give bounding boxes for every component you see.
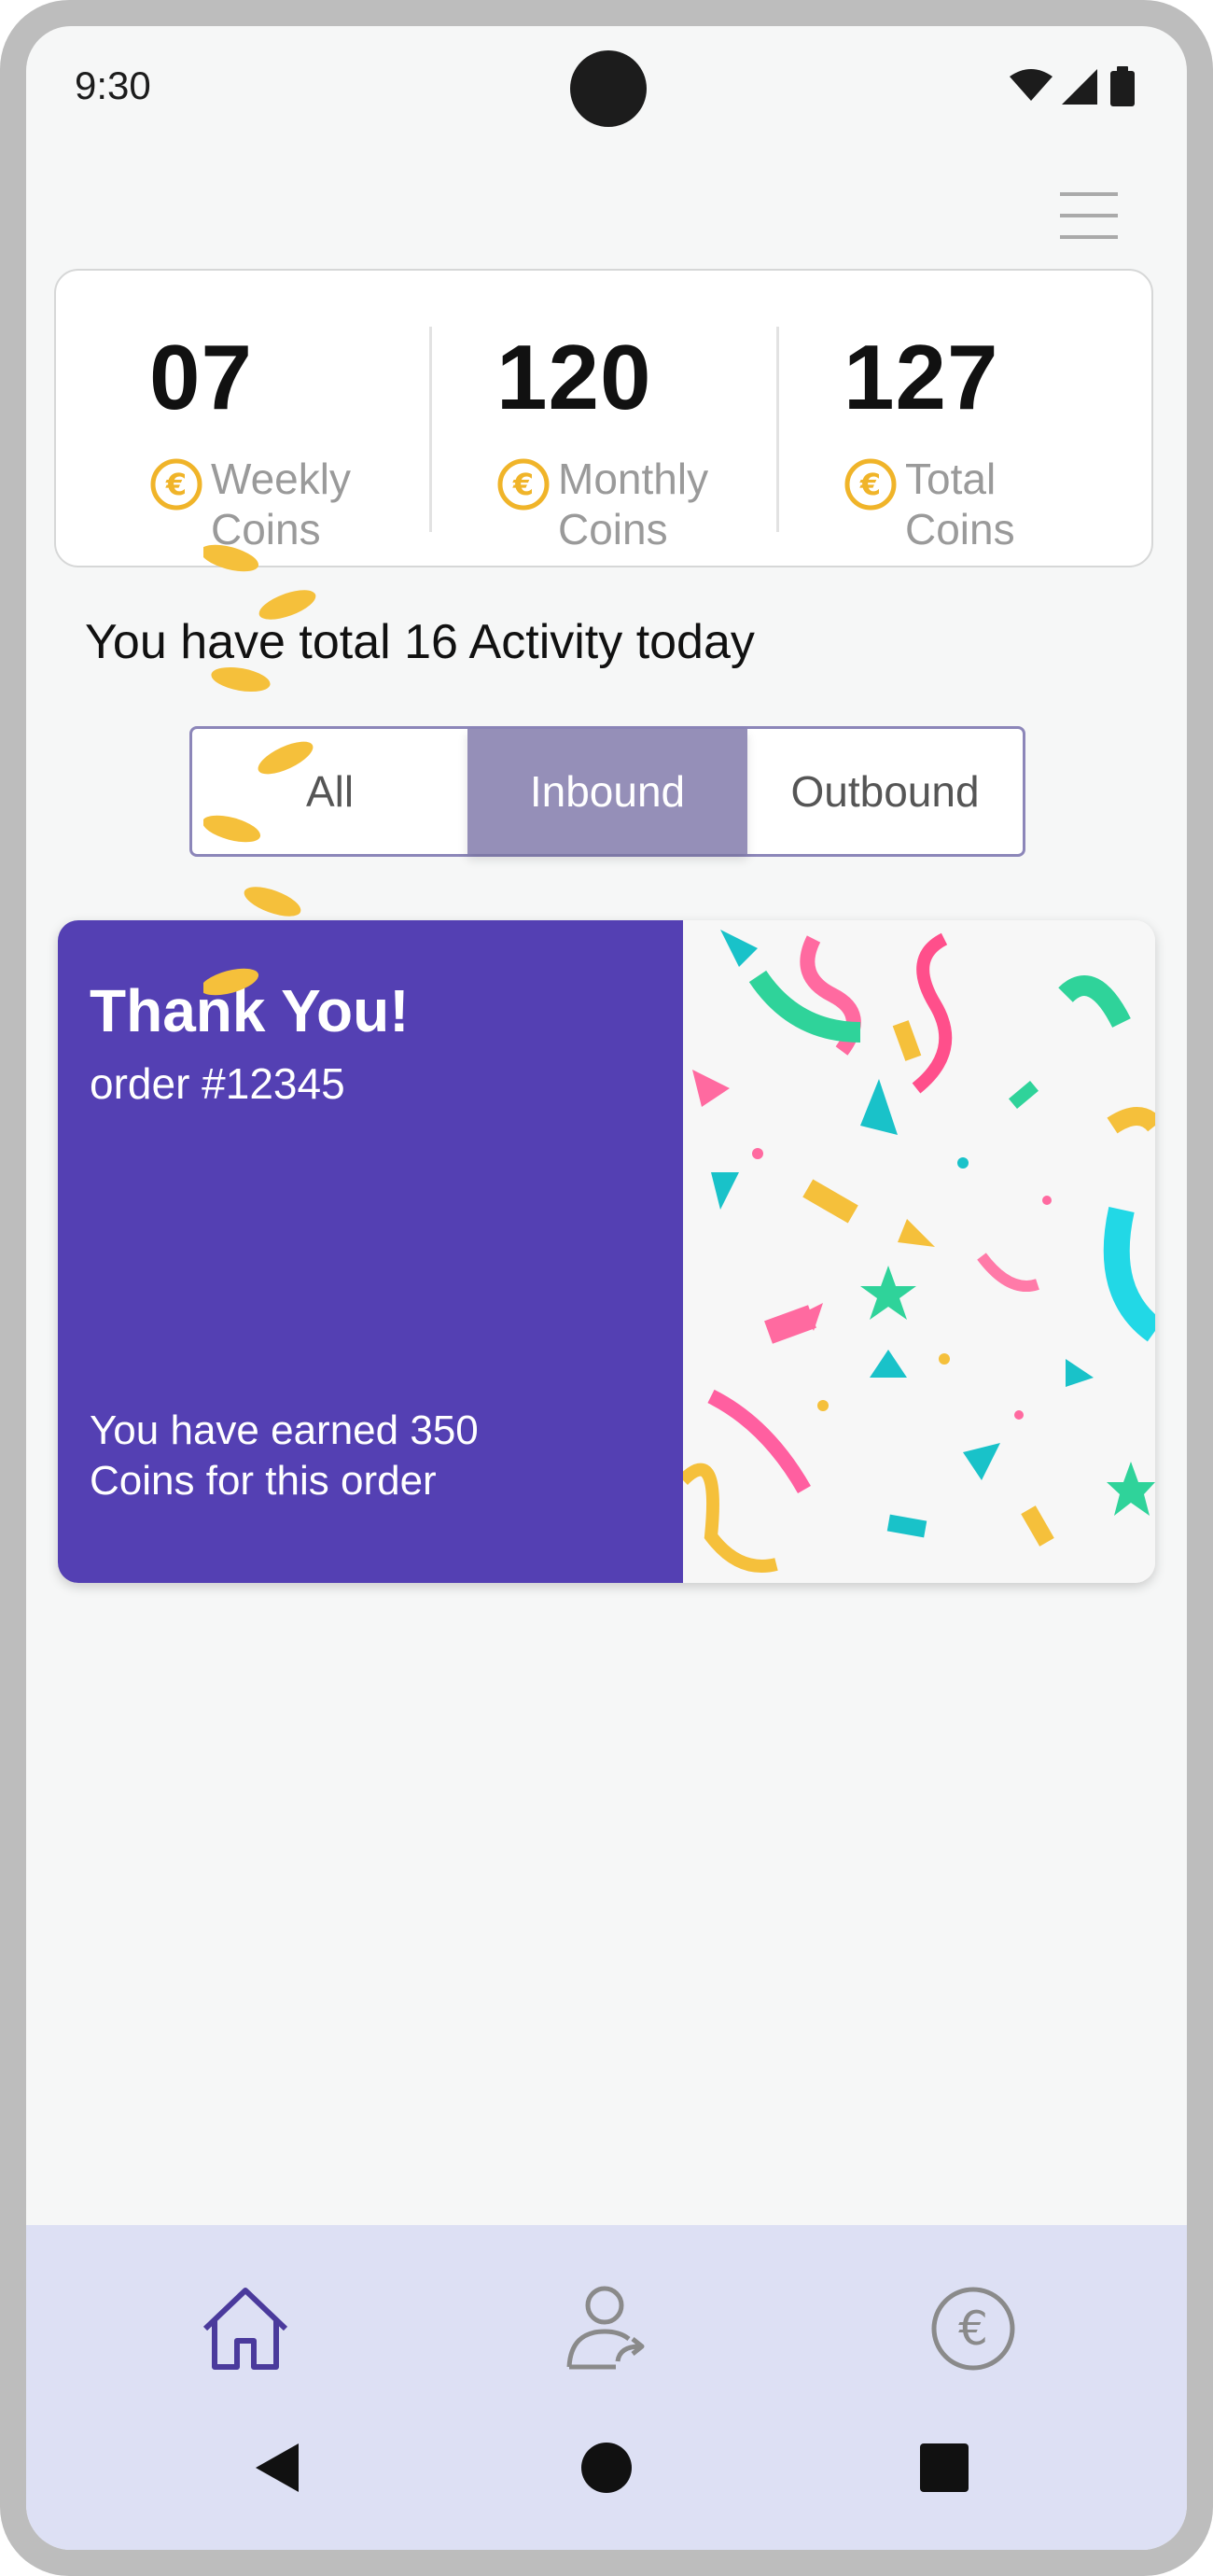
card-info-panel: Thank You! order #12345 You have earned … xyxy=(58,920,683,1583)
menu-icon[interactable] xyxy=(1058,185,1120,246)
home-circle-icon[interactable] xyxy=(569,2430,644,2505)
total-coins-stat: 127 € Total Coins xyxy=(750,271,1097,566)
monthly-coins-value: 120 xyxy=(496,326,652,428)
home-icon[interactable] xyxy=(194,2277,297,2380)
monthly-coins-label: Monthly Coins xyxy=(558,455,709,553)
recents-icon[interactable] xyxy=(907,2430,982,2505)
screen: 9:30 07 € Weekly Coins 120 € Monthly Coi… xyxy=(26,26,1187,2550)
signal-icon xyxy=(1062,69,1097,105)
confetti-illustration xyxy=(683,920,1155,1583)
battery-icon xyxy=(1110,66,1135,106)
coin-icon: € xyxy=(150,458,202,511)
camera-cutout xyxy=(570,50,647,127)
monthly-coins-stat: 120 € Monthly Coins xyxy=(403,271,750,566)
total-coins-value: 127 xyxy=(844,326,999,428)
status-time: 9:30 xyxy=(75,63,151,107)
total-coins-label: Total Coins xyxy=(905,455,1015,553)
bottom-navigation: € xyxy=(26,2225,1187,2550)
coin-icon: € xyxy=(844,458,897,511)
back-icon[interactable] xyxy=(241,2430,315,2505)
euro-icon[interactable]: € xyxy=(922,2277,1025,2380)
user-transfer-icon[interactable] xyxy=(558,2277,661,2380)
svg-text:€: € xyxy=(958,2302,988,2356)
svg-text:€: € xyxy=(165,467,187,502)
order-reward-card[interactable]: Thank You! order #12345 You have earned … xyxy=(58,920,1155,1583)
coins-summary-card: 07 € Weekly Coins 120 € Monthly Coins 12… xyxy=(54,269,1153,567)
coin-icon: € xyxy=(497,458,550,511)
weekly-coins-value: 07 xyxy=(149,326,254,428)
svg-text:€: € xyxy=(859,467,881,502)
tab-outbound[interactable]: Outbound xyxy=(747,729,1023,854)
coin-trail-decoration xyxy=(203,544,316,996)
tab-inbound[interactable]: Inbound xyxy=(467,729,747,854)
status-icons xyxy=(1010,66,1135,106)
activity-summary: You have total 16 Activity today xyxy=(85,615,755,669)
device-frame: 9:30 07 € Weekly Coins 120 € Monthly Coi… xyxy=(0,0,1213,2576)
order-number: order #12345 xyxy=(90,1059,345,1108)
earned-coins-text: You have earned 350 Coins for this order xyxy=(90,1407,479,1504)
svg-text:€: € xyxy=(512,467,534,502)
weekly-coins-stat: 07 € Weekly Coins xyxy=(56,271,403,566)
wifi-icon xyxy=(1010,69,1053,101)
